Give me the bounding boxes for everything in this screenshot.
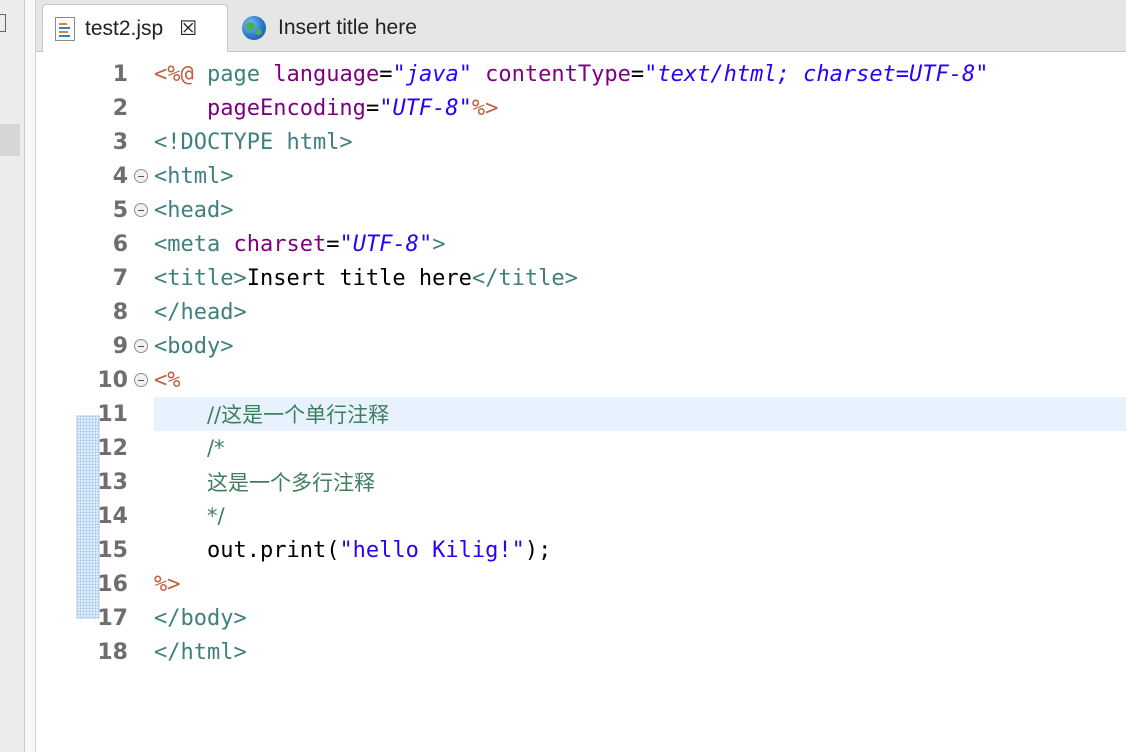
jsp-file-icon — [55, 16, 75, 41]
line-number: 3 — [112, 129, 128, 155]
line-number: 7 — [112, 265, 128, 291]
tab-label: Insert title here — [278, 16, 417, 39]
code-line[interactable]: 3 <!DOCTYPE html> — [72, 125, 1126, 159]
tab-insert-title-here[interactable]: Insert title here — [236, 4, 417, 52]
line-code: <% — [154, 367, 181, 393]
line-number: 9 — [112, 333, 128, 359]
line-number: 13 — [97, 469, 128, 495]
code-line[interactable]: 1 <%@ page language = " java " contentType = "… — [72, 57, 1126, 91]
line-code: */ — [206, 504, 225, 528]
line-code: /* — [206, 436, 225, 460]
tab-label: test2.jsp — [85, 16, 164, 40]
collapse-icon[interactable] — [134, 373, 148, 387]
line-number: 14 — [97, 503, 128, 529]
code-line[interactable]: 13 这是一个多行注释 — [72, 465, 1126, 499]
tab-test2-jsp[interactable]: test2.jsp ☒ — [42, 4, 228, 52]
code-line[interactable]: 15 out.print("hello Kilig!"); — [72, 533, 1126, 567]
code-line[interactable]: 16 %> — [72, 567, 1126, 601]
line-code: out.print("hello Kilig!"); — [206, 537, 552, 563]
line-number: 8 — [112, 299, 128, 325]
code-line[interactable]: 9 <body> — [72, 329, 1126, 363]
globe-icon — [242, 16, 266, 40]
panel-selection — [0, 124, 20, 156]
line-code: <head> — [154, 197, 234, 223]
code-line[interactable]: 6 <meta charset = " UTF-8 " > — [72, 227, 1126, 261]
left-panel-edge — [0, 0, 25, 752]
code-line[interactable]: 17 </body> — [72, 601, 1126, 635]
panel-glyph-icon — [0, 14, 6, 32]
collapse-icon[interactable] — [134, 339, 148, 353]
line-code: %> — [154, 571, 181, 597]
line-number: 11 — [97, 401, 128, 427]
close-icon[interactable]: ☒ — [179, 19, 197, 39]
code-line[interactable]: 4 <html> — [72, 159, 1126, 193]
line-number: 12 — [97, 435, 128, 461]
collapse-icon[interactable] — [134, 169, 148, 183]
line-number: 2 — [112, 95, 128, 121]
line-number: 16 — [97, 571, 128, 597]
line-number: 10 — [97, 367, 128, 393]
line-code: //这是一个单行注释 — [154, 397, 1126, 431]
line-code: <title> Insert title here </title> — [154, 265, 578, 291]
line-code: </head> — [154, 299, 247, 325]
code-line[interactable]: 14 */ — [72, 499, 1126, 533]
line-code: <html> — [154, 163, 234, 189]
line-code: <body> — [154, 333, 234, 359]
line-code: 这是一个多行注释 — [206, 471, 375, 495]
line-code: <meta charset = " UTF-8 " > — [154, 231, 446, 257]
collapse-icon[interactable] — [134, 203, 148, 217]
line-number: 17 — [97, 605, 128, 631]
line-number: 6 — [112, 231, 128, 257]
line-code: </body> — [154, 605, 247, 631]
line-code: </html> — [154, 639, 247, 665]
code-line[interactable]: 5 <head> — [72, 193, 1126, 227]
line-number: 18 — [97, 639, 128, 665]
panel-sash[interactable] — [25, 0, 36, 752]
line-number: 1 — [112, 61, 128, 87]
editor-tab-bar: test2.jsp ☒ Insert title here — [36, 0, 1126, 52]
code-line[interactable]: 10 <% — [72, 363, 1126, 397]
code-line[interactable]: 7 <title> Insert title here </title> — [72, 261, 1126, 295]
line-number: 15 — [97, 537, 128, 563]
line-number: 5 — [112, 197, 128, 223]
line-code: <%@ page language = " java " contentType = " te… — [154, 61, 989, 87]
line-code: <!DOCTYPE html> — [154, 129, 353, 155]
code-line[interactable]: 12 /* — [72, 431, 1126, 465]
line-code: pageEncoding = " UTF-8 " %> — [206, 95, 499, 121]
code-editor[interactable]: 1 <%@ page language = " java " contentType = "… — [36, 52, 1126, 752]
code-line[interactable]: 2 pageEncoding = " UTF-8 " %> — [72, 91, 1126, 125]
code-line[interactable]: 8 </head> — [72, 295, 1126, 329]
code-line-current[interactable]: 11 //这是一个单行注释 — [72, 397, 1126, 431]
code-line[interactable]: 18 </html> — [72, 635, 1126, 669]
line-number: 4 — [112, 163, 128, 189]
